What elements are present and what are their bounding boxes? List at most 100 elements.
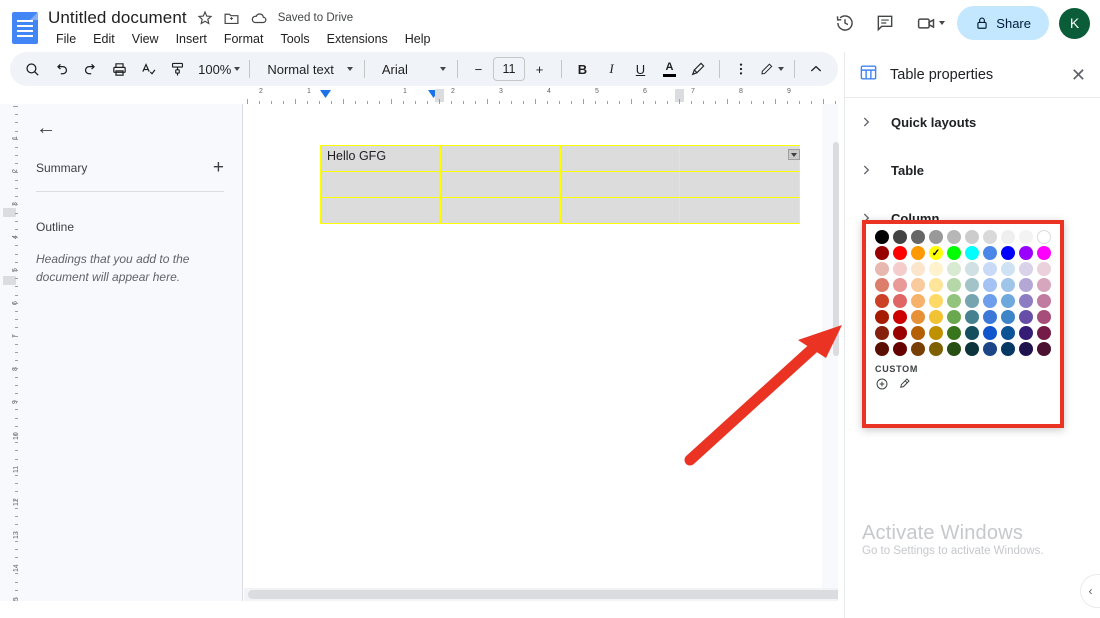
colour-swatch[interactable] — [911, 342, 925, 356]
avatar[interactable]: K — [1059, 8, 1090, 39]
menu-file[interactable]: File — [50, 30, 82, 48]
collapse-toolbar-icon[interactable] — [802, 55, 830, 83]
document-canvas[interactable]: Hello GFG — [244, 104, 838, 601]
spellcheck-icon[interactable] — [134, 55, 162, 83]
colour-swatch[interactable] — [1001, 310, 1015, 324]
table-cell[interactable]: Hello GFG — [321, 146, 441, 172]
colour-swatch[interactable] — [947, 342, 961, 356]
colour-swatch[interactable] — [875, 246, 889, 260]
font-size-input[interactable]: 11 — [493, 57, 524, 81]
document-table[interactable]: Hello GFG — [320, 145, 800, 224]
colour-swatch[interactable] — [947, 230, 961, 244]
text-colour-button[interactable]: A — [655, 55, 683, 83]
zoom-level-select[interactable]: 100% — [192, 55, 242, 83]
colour-swatch[interactable] — [1037, 294, 1051, 308]
print-icon[interactable] — [105, 55, 133, 83]
colour-swatch[interactable] — [983, 230, 997, 244]
colour-swatch[interactable] — [965, 294, 979, 308]
colour-swatch[interactable] — [911, 278, 925, 292]
colour-swatch[interactable] — [875, 262, 889, 276]
colour-swatch[interactable] — [983, 262, 997, 276]
close-icon[interactable]: ✕ — [1071, 66, 1086, 84]
colour-swatch[interactable] — [983, 310, 997, 324]
table-cell[interactable] — [560, 146, 680, 172]
plus-circle-icon[interactable] — [875, 377, 889, 391]
menu-extensions[interactable]: Extensions — [321, 30, 394, 48]
colour-swatch[interactable] — [893, 262, 907, 276]
colour-swatch[interactable] — [1037, 246, 1051, 260]
colour-swatch[interactable] — [1037, 278, 1051, 292]
docs-logo-icon[interactable] — [12, 12, 38, 44]
colour-swatch[interactable] — [1001, 262, 1015, 276]
horizontal-scrollbar-thumb[interactable] — [248, 590, 838, 599]
colour-swatch[interactable] — [1019, 278, 1033, 292]
undo-icon[interactable] — [47, 55, 75, 83]
colour-swatch[interactable] — [1037, 342, 1051, 356]
colour-swatch[interactable] — [875, 230, 889, 244]
search-icon[interactable] — [18, 55, 46, 83]
table-row[interactable] — [321, 198, 800, 224]
horizontal-ruler[interactable]: 2 1 1 2 3 4 5 6 7 8 9 — [245, 88, 837, 104]
colour-swatch[interactable] — [947, 310, 961, 324]
colour-swatch[interactable] — [1001, 294, 1015, 308]
colour-swatch[interactable] — [1019, 294, 1033, 308]
colour-swatch[interactable] — [1019, 262, 1033, 276]
colour-swatch[interactable] — [983, 278, 997, 292]
colour-swatch[interactable] — [983, 342, 997, 356]
colour-swatch[interactable] — [929, 310, 943, 324]
colour-swatch[interactable]: ✓ — [929, 246, 943, 260]
table-cell[interactable] — [560, 198, 680, 224]
colour-swatch[interactable] — [1019, 230, 1033, 244]
colour-swatch[interactable] — [1037, 326, 1051, 340]
table-cell[interactable] — [560, 172, 680, 198]
colour-swatch[interactable] — [983, 326, 997, 340]
colour-swatch[interactable] — [965, 342, 979, 356]
colour-swatch[interactable] — [929, 278, 943, 292]
table-cell[interactable] — [440, 198, 560, 224]
colour-swatch[interactable] — [965, 262, 979, 276]
colour-swatch[interactable] — [1019, 246, 1033, 260]
meet-video-button[interactable] — [908, 6, 951, 40]
colour-swatch[interactable] — [1001, 278, 1015, 292]
back-arrow-icon[interactable]: ← — [36, 118, 56, 138]
bold-button[interactable]: B — [568, 55, 596, 83]
menu-insert[interactable]: Insert — [170, 30, 213, 48]
colour-swatch[interactable] — [947, 294, 961, 308]
colour-swatch[interactable] — [929, 326, 943, 340]
more-options-icon[interactable] — [727, 55, 755, 83]
eyedropper-icon[interactable] — [897, 377, 911, 391]
move-to-folder-icon[interactable] — [223, 10, 240, 27]
menu-tools[interactable]: Tools — [274, 30, 315, 48]
colour-swatch[interactable] — [1001, 326, 1015, 340]
menu-help[interactable]: Help — [399, 30, 437, 48]
colour-swatch[interactable] — [875, 294, 889, 308]
colour-swatch[interactable] — [1019, 342, 1033, 356]
colour-swatch[interactable] — [875, 278, 889, 292]
colour-swatch[interactable] — [911, 246, 925, 260]
colour-swatch[interactable] — [929, 342, 943, 356]
table-row[interactable]: Hello GFG — [321, 146, 800, 172]
colour-swatch[interactable] — [947, 326, 961, 340]
section-quick-layouts[interactable]: Quick layouts — [845, 98, 1100, 146]
colour-swatch[interactable] — [1037, 310, 1051, 324]
colour-swatch[interactable] — [1001, 246, 1015, 260]
section-table[interactable]: Table — [845, 146, 1100, 194]
text-style-select[interactable]: Normal text — [257, 55, 357, 83]
colour-swatch[interactable] — [929, 230, 943, 244]
decrease-font-size-button[interactable]: − — [464, 55, 492, 83]
colour-swatch[interactable] — [875, 342, 889, 356]
colour-swatch[interactable] — [911, 326, 925, 340]
colour-swatch[interactable] — [893, 230, 907, 244]
colour-swatch[interactable] — [1001, 230, 1015, 244]
colour-swatch[interactable] — [1037, 262, 1051, 276]
menu-edit[interactable]: Edit — [87, 30, 121, 48]
share-button[interactable]: Share — [957, 6, 1049, 40]
vertical-ruler[interactable]: 1 2 3 4 5 6 7 8 9 10 11 12 13 14 15 — [0, 104, 18, 601]
colour-swatch[interactable] — [893, 278, 907, 292]
table-cell[interactable] — [680, 198, 800, 224]
colour-swatch[interactable] — [875, 310, 889, 324]
increase-font-size-button[interactable]: + — [526, 55, 554, 83]
colour-swatch[interactable] — [893, 342, 907, 356]
colour-swatch[interactable] — [875, 326, 889, 340]
highlight-pen-icon[interactable] — [684, 55, 712, 83]
